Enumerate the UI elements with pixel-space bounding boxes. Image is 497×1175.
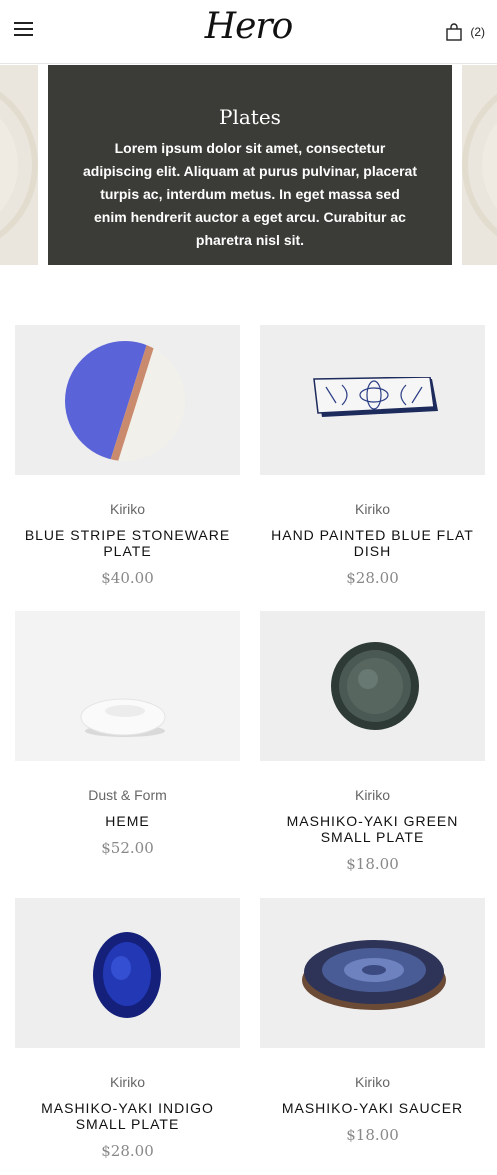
collection-description: Lorem ipsum dolor sit amet, consectetur …	[82, 140, 417, 248]
product-name[interactable]: Hand Painted Blue Flat Dish	[260, 527, 485, 559]
site-header: Hero (2)	[0, 0, 497, 64]
product-card[interactable]: Kiriko Mashiko-Yaki Green Small Plate $1…	[260, 611, 485, 873]
product-price: $18.00	[346, 1126, 399, 1144]
product-name[interactable]: Heme	[15, 813, 240, 829]
product-vendor: Dust & Form	[88, 787, 167, 803]
product-image[interactable]	[15, 898, 240, 1048]
product-name[interactable]: Mashiko-Yaki Indigo Small Plate	[15, 1100, 240, 1132]
plate-image-right	[462, 65, 497, 265]
collection-title: Plates	[219, 105, 281, 129]
product-price: $18.00	[346, 855, 399, 873]
product-card[interactable]: Kiriko Hand Painted Blue Flat Dish $28.0…	[260, 325, 485, 587]
product-vendor: Kiriko	[354, 501, 390, 517]
cart-button[interactable]: (2)	[446, 20, 485, 44]
product-image[interactable]	[260, 898, 485, 1048]
product-image[interactable]	[260, 325, 485, 475]
product-card[interactable]: Kiriko Mashiko-Yaki Indigo Small Plate $…	[15, 898, 240, 1160]
product-price: $40.00	[101, 569, 154, 587]
site-logo[interactable]: Hero	[0, 6, 497, 47]
product-vendor: Kiriko	[354, 787, 390, 803]
product-price: $28.00	[101, 1142, 154, 1160]
product-vendor: Kiriko	[109, 1074, 145, 1090]
product-image[interactable]	[15, 325, 240, 475]
collection-banner: Plates Lorem ipsum dolor sit amet, conse…	[0, 65, 497, 265]
product-card[interactable]: Kiriko Mashiko-Yaki Saucer $18.00	[260, 898, 485, 1144]
product-vendor: Kiriko	[109, 501, 145, 517]
product-name[interactable]: Mashiko-Yaki Saucer	[260, 1100, 485, 1116]
cart-count: (2)	[470, 25, 485, 39]
product-image[interactable]	[260, 611, 485, 761]
product-price: $28.00	[346, 569, 399, 587]
shopping-bag-icon	[446, 23, 463, 41]
product-vendor: Kiriko	[354, 1074, 390, 1090]
product-card[interactable]: Kiriko Blue Stripe Stoneware Plate $40.0…	[15, 325, 240, 587]
product-image[interactable]	[15, 611, 240, 761]
product-card[interactable]: Dust & Form Heme $52.00	[15, 611, 240, 857]
product-name[interactable]: Blue Stripe Stoneware Plate	[15, 527, 240, 559]
product-name[interactable]: Mashiko-Yaki Green Small Plate	[260, 813, 485, 845]
plate-image-left	[0, 65, 38, 265]
banner-card: Plates Lorem ipsum dolor sit amet, conse…	[48, 65, 452, 265]
product-price: $52.00	[101, 839, 154, 857]
